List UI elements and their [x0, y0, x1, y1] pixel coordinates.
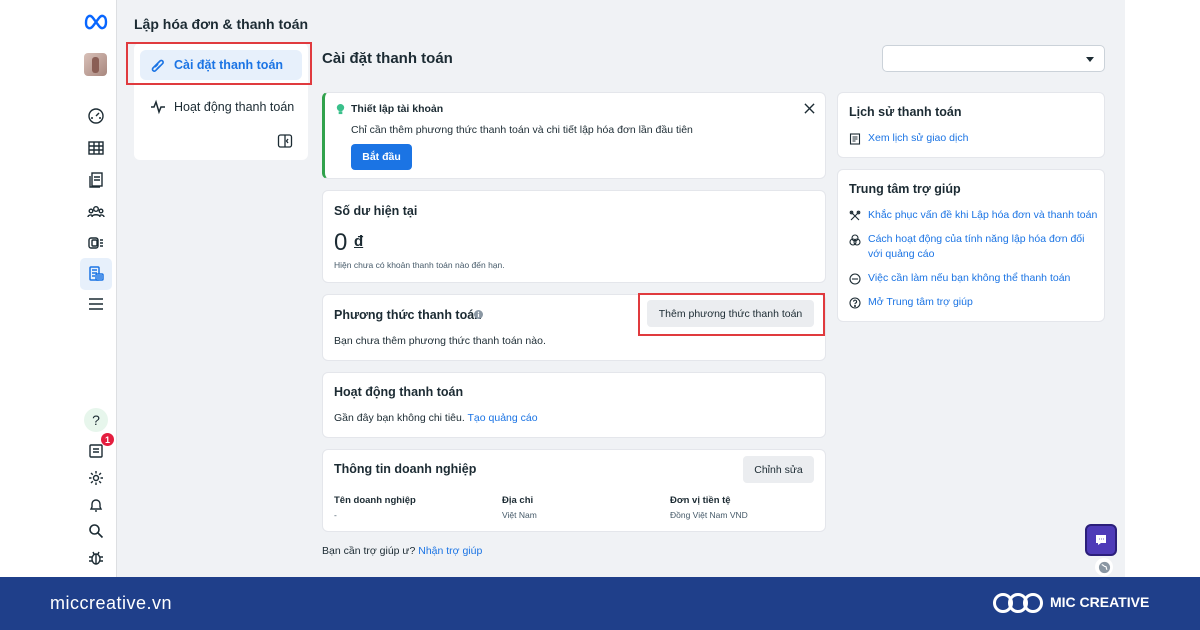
activity-icon: [151, 99, 165, 115]
subnav-label: Hoạt động thanh toán: [174, 100, 295, 114]
account-setup-card: Thiết lập tài khoản Chỉ cần thêm phương …: [322, 92, 826, 179]
notifications-icon[interactable]: 1: [84, 433, 114, 463]
left-rail: ? 1: [75, 0, 117, 577]
payment-activity-card: Hoạt động thanh toán Gần đây bạn không c…: [322, 372, 826, 438]
setup-description: Chỉ cần thêm phương thức thanh toán và c…: [351, 124, 693, 136]
business-name-value: -: [334, 510, 337, 520]
balance-amount: 0: [334, 229, 348, 256]
billing-icon[interactable]: [80, 258, 112, 290]
banner-site: miccreative.vn: [50, 593, 173, 613]
collapse-panel-icon[interactable]: [277, 133, 293, 149]
bug-icon[interactable]: [84, 546, 108, 570]
view-transactions-link[interactable]: Xem lịch sử giao dịch: [849, 131, 968, 146]
edit-button[interactable]: Chỉnh sửa: [743, 456, 814, 483]
brand-banner: miccreative.vn MIC CREATIVE: [0, 577, 1200, 630]
mic-logo-icon: [993, 593, 1043, 613]
banner-brand: MIC CREATIVE: [1050, 594, 1150, 610]
main-title: Cài đặt thanh toán: [322, 50, 453, 67]
payment-method-empty: Bạn chưa thêm phương thức thanh toán nào…: [334, 335, 546, 347]
question-circle-icon: [849, 297, 861, 309]
page-heading: Lập hóa đơn & thanh toán: [134, 16, 309, 32]
help-icon[interactable]: ?: [84, 408, 108, 432]
currency-symbol: đ: [354, 233, 364, 250]
minus-circle-icon: [849, 273, 861, 285]
highlight-box-add-payment: [638, 293, 825, 336]
meta-logo-icon[interactable]: [83, 10, 109, 30]
activity-text-row: Gần đây bạn không chi tiêu. Tạo quảng cá…: [334, 412, 538, 424]
help-link-open-help-center[interactable]: Mở Trung tâm trợ giúp: [849, 295, 1099, 310]
app-frame: ? 1 Lập hóa đơn & thanh toán Cài đặt tha…: [75, 0, 1125, 577]
help-link-label: Mở Trung tâm trợ giúp: [868, 296, 973, 308]
notification-badge: 1: [101, 433, 114, 446]
chat-button[interactable]: [1085, 524, 1117, 556]
balance-title: Số dư hiện tại: [334, 204, 418, 218]
get-help-link[interactable]: Nhận trợ giúp: [418, 545, 482, 557]
globe-button[interactable]: [1095, 558, 1113, 576]
subnav-item-payment-activity[interactable]: Hoạt động thanh toán: [140, 92, 302, 122]
help-center-title: Trung tâm trợ giúp: [849, 182, 961, 196]
address-label: Địa chỉ: [502, 495, 534, 506]
create-ad-link[interactable]: Tạo quảng cáo: [468, 412, 538, 424]
chat-icon: [1096, 535, 1106, 545]
balance-note: Hiện chưa có khoản thanh toán nào đến hạ…: [334, 260, 505, 270]
payment-method-title: Phương thức thanh toán: [334, 308, 482, 322]
activity-text: Gần đây bạn không chi tiêu.: [334, 412, 465, 424]
tools-icon: [849, 210, 861, 221]
currency-label: Đơn vị tiền tệ: [670, 495, 731, 506]
gear-icon[interactable]: [84, 466, 108, 490]
activity-title: Hoạt động thanh toán: [334, 385, 464, 399]
help-link-label: Việc cần làm nếu bạn không thể thanh toá…: [868, 272, 1071, 284]
help-link-troubleshoot[interactable]: Khắc phục vấn đề khi Lập hóa đơn và than…: [849, 208, 1099, 223]
gauge-icon[interactable]: [84, 104, 108, 128]
account-dropdown[interactable]: [882, 45, 1105, 72]
address-value: Việt Nam: [502, 510, 537, 520]
avatar[interactable]: [84, 53, 107, 76]
bell-icon[interactable]: [84, 493, 108, 517]
people-icon[interactable]: [84, 200, 108, 224]
payment-history-card: Lịch sử thanh toán Xem lịch sử giao dịch: [837, 92, 1105, 158]
start-button[interactable]: Bắt đầu: [351, 144, 412, 170]
pages-icon[interactable]: [84, 168, 108, 192]
view-transactions-label: Xem lịch sử giao dịch: [868, 132, 969, 144]
info-icon[interactable]: [474, 310, 483, 319]
help-link-label: Khắc phục vấn đề khi Lập hóa đơn và than…: [868, 209, 1098, 221]
business-name-label: Tên doanh nghiệp: [334, 495, 416, 506]
circles-icon: [849, 234, 861, 246]
globe-icon: [1098, 561, 1110, 573]
catalog-icon[interactable]: [84, 231, 108, 255]
help-link-cannot-pay[interactable]: Việc cần làm nếu bạn không thể thanh toá…: [849, 271, 1099, 286]
currency-value: Đồng Việt Nam VND: [670, 510, 748, 520]
help-link-label: Cách hoạt động của tính năng lập hóa đơn…: [868, 233, 1085, 260]
need-help-text: Bạn cần trợ giúp ư?: [322, 545, 416, 557]
need-help-row: Bạn cần trợ giúp ư? Nhận trợ giúp: [322, 545, 482, 557]
search-icon[interactable]: [84, 519, 108, 543]
current-balance-card: Số dư hiện tại 0 đ Hiện chưa có khoản th…: [322, 190, 826, 283]
caret-down-icon: [1086, 57, 1094, 62]
setup-title: Thiết lập tài khoản: [351, 103, 444, 115]
receipt-icon: [849, 133, 861, 145]
menu-icon[interactable]: [84, 292, 108, 316]
business-info-card: Thông tin doanh nghiệp Chỉnh sửa Tên doa…: [322, 449, 826, 532]
highlight-box-payment-settings: [126, 42, 312, 85]
table-icon[interactable]: [84, 136, 108, 160]
lightbulb-icon: [336, 104, 345, 115]
history-title: Lịch sử thanh toán: [849, 105, 962, 119]
business-title: Thông tin doanh nghiệp: [334, 462, 477, 476]
help-link-how-billing-works[interactable]: Cách hoạt động của tính năng lập hóa đơn…: [849, 232, 1094, 262]
close-icon[interactable]: [804, 103, 815, 114]
help-center-card: Trung tâm trợ giúp Khắc phục vấn đề khi …: [837, 169, 1105, 322]
